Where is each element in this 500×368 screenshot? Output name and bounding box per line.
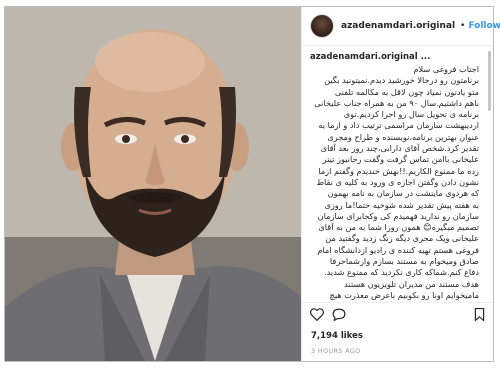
caption-line: هدف مستند من مدیران تلویزیون هستند — [344, 278, 479, 289]
caption-line: اجتاب فروغی سلام — [413, 64, 479, 74]
heart-icon[interactable] — [310, 307, 324, 321]
action-bar — [302, 302, 493, 325]
caption-line: برنامه ی تحویل سال رو اجرا کردیم.توی — [343, 109, 479, 120]
caption-line: علیخانی باامن تماس گرفت وگفت رحانیوز تیت… — [322, 154, 479, 165]
separator-dot: • — [460, 21, 466, 31]
caption-line: عنوان بهترین برنامه،نویسنده و طراح ومجری — [327, 131, 479, 142]
caption-line: صادق ومیخوام به مستند بسازم وازشماحرفا — [329, 256, 479, 267]
instagram-post-embed: azadenamdari.original • Follow azadenamd… — [4, 6, 500, 362]
caption-line: اردیبهشت سازمان مراسمی ترتیب داد و ازما … — [318, 120, 479, 131]
post-sidebar: azadenamdari.original • Follow azadenamd… — [301, 7, 500, 361]
caption-line: که هردوی ماینشت در سازمان به نامه بهمون — [327, 188, 479, 199]
caption-line: تصمیم میگیره😊 همون روزا شما به من به آقا… — [318, 222, 479, 233]
caption-scrollbar[interactable] — [488, 51, 491, 111]
caption-line: فروغی هستم تهیه کننده ی رادیو ازدانشگاه … — [317, 244, 479, 255]
portrait-image — [5, 7, 301, 361]
comment-icon[interactable] — [332, 308, 346, 321]
caption-line: متو یادتون نمیاد چون لاقل به مکالمه تلفن… — [334, 86, 479, 97]
caption-line: برنامتون رو درجالا خورشید دیدم.نمیتونید … — [324, 75, 479, 86]
profile-avatar[interactable] — [310, 14, 334, 38]
caption-line: باهم داشتیم.سال ۹۰ من به همراه جناب علیخ… — [314, 97, 479, 108]
caption-text: اجتاب فروغی سلام برنامتون رو درجالا خورشی… — [310, 64, 485, 303]
caption-line: زده ما ممنوع الکاریم.!!بهش خندیدم وگفتم … — [318, 165, 479, 176]
post-header: azadenamdari.original • Follow — [302, 7, 500, 46]
caption-username[interactable]: azadenamdari.original ... — [310, 52, 485, 62]
bookmark-icon[interactable] — [474, 307, 485, 321]
caption-line: نشون دادن وگفتن اجازه ی ورود به کلیه ی ن… — [316, 176, 479, 187]
caption-line: تقدیر کرد.شخص آقای دارابی،چند روز بعد آق… — [320, 143, 479, 154]
caption-line: سازمان رو ندارید فهمیدم کی وکجابرای سازم… — [317, 210, 479, 221]
caption-line: به هفته پیش تقدیر شده شوخیه حتما!ما روزی — [324, 199, 479, 210]
post-timestamp: 3 HOURS AGO — [311, 347, 361, 355]
caption-line: علیخانی ویک مجری دیگه زنگ زدید وگفتید من — [325, 233, 479, 244]
caption-line: مامیخوایم اونا رو بکوبیم باعرض معذرت هیچ — [329, 289, 479, 300]
caption-area[interactable]: azadenamdari.original ... اجتاب فروغی سل… — [302, 46, 493, 303]
post-photo[interactable] — [5, 7, 301, 361]
like-count[interactable]: 7,194 likes — [311, 331, 363, 341]
follow-button[interactable]: Follow — [468, 21, 500, 31]
header-username[interactable]: azadenamdari.original — [341, 21, 455, 31]
caption-line: دفاع کنم.شماکه کاری نکردید که ممنوع شدید… — [324, 267, 479, 278]
